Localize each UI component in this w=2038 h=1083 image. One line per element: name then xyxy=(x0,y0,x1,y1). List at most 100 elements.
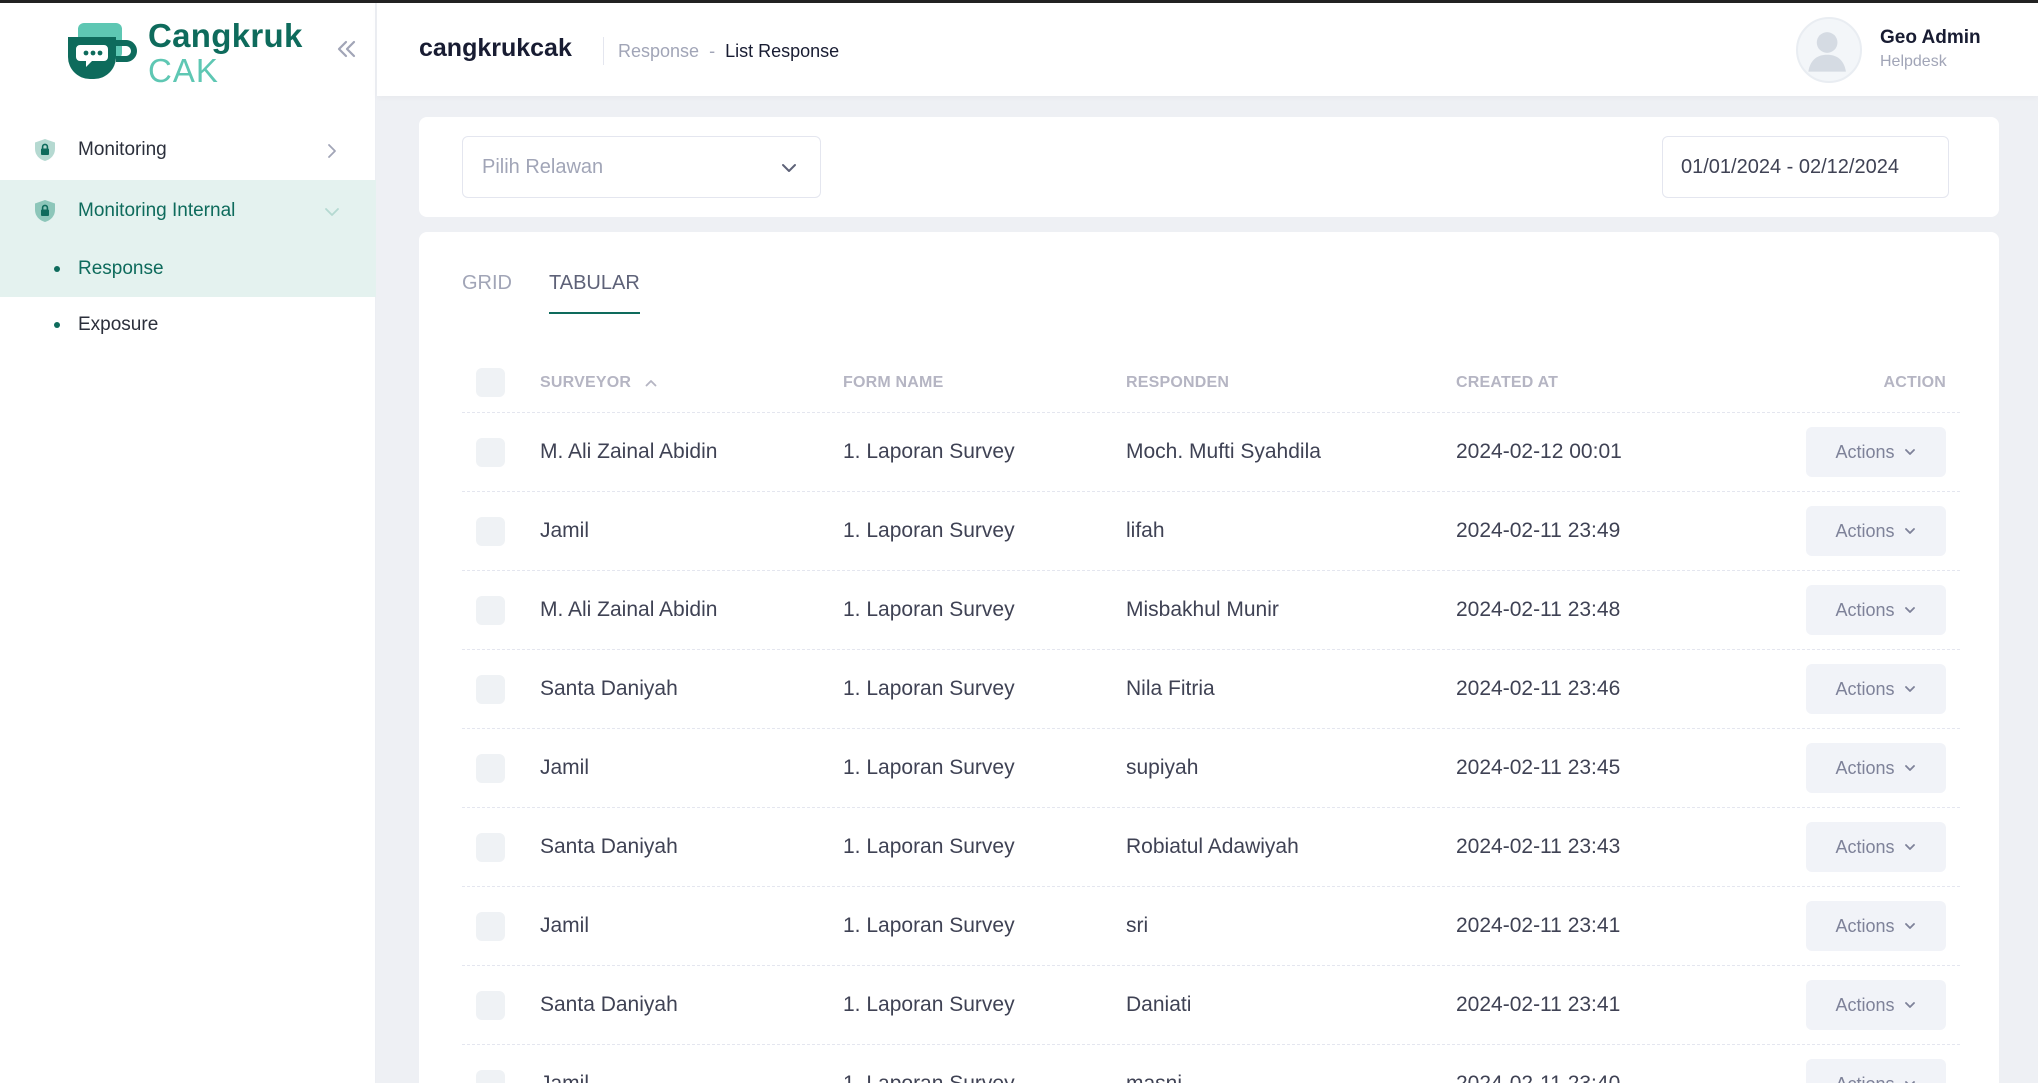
row-checkbox[interactable] xyxy=(476,438,505,467)
breadcrumb-parent[interactable]: Response xyxy=(618,41,699,62)
cell-created-at: 2024-02-11 23:49 xyxy=(1456,519,1621,542)
column-header-created-at[interactable]: Created At xyxy=(1456,374,1558,392)
cell-form-name: 1. Laporan Survey xyxy=(843,677,1015,700)
row-checkbox[interactable] xyxy=(476,754,505,783)
chevron-down-icon xyxy=(1904,844,1915,850)
select-all-checkbox[interactable] xyxy=(476,368,505,397)
cell-form-name: 1. Laporan Survey xyxy=(843,1072,1015,1083)
row-checkbox[interactable] xyxy=(476,912,505,941)
sidebar-menu: Monitoring Monitoring Internal Response … xyxy=(0,119,376,353)
column-header-surveyor[interactable]: Surveyor xyxy=(540,374,658,392)
table-row: M. Ali Zainal Abidin 1. Laporan Survey M… xyxy=(462,413,1960,492)
breadcrumb: Response - List Response xyxy=(618,41,839,62)
actions-button[interactable]: Actions xyxy=(1806,427,1946,477)
actions-button[interactable]: Actions xyxy=(1806,980,1946,1030)
sidebar-item-monitoring-internal[interactable]: Monitoring Internal xyxy=(0,180,376,241)
shield-lock-icon xyxy=(35,200,55,222)
actions-button[interactable]: Actions xyxy=(1806,585,1946,635)
row-checkbox[interactable] xyxy=(476,517,505,546)
sidebar-collapse-button[interactable] xyxy=(332,35,360,63)
brand-line1: Cangkruk xyxy=(148,17,303,54)
cell-created-at: 2024-02-11 23:46 xyxy=(1456,677,1621,700)
window-top-border xyxy=(0,0,2038,3)
date-range-picker[interactable]: 01/01/2024 - 02/12/2024 xyxy=(1662,136,1949,198)
tab-grid[interactable]: GRID xyxy=(462,272,512,314)
actions-button-label: Actions xyxy=(1835,678,1895,699)
chevron-down-icon xyxy=(325,208,339,216)
relawan-select[interactable]: Pilih Relawan xyxy=(462,136,821,198)
cell-responden: sri xyxy=(1126,914,1149,937)
chevron-down-icon xyxy=(1904,686,1915,692)
cell-responden: Nila Fitria xyxy=(1126,677,1215,700)
response-table: Surveyor Form Name Responden Created At … xyxy=(462,352,1960,1083)
cell-surveyor: Santa Daniyah xyxy=(540,993,678,1016)
cell-form-name: 1. Laporan Survey xyxy=(843,756,1015,779)
chevron-down-icon xyxy=(1904,607,1915,613)
bullet-dot-icon xyxy=(54,266,60,272)
chevron-down-icon xyxy=(1904,1081,1915,1083)
mug-logo-icon xyxy=(68,23,137,79)
sidebar-item-monitoring[interactable]: Monitoring xyxy=(0,119,376,180)
actions-button-label: Actions xyxy=(1835,1074,1894,1083)
chevron-down-icon xyxy=(1904,923,1915,929)
actions-button[interactable]: Actions xyxy=(1806,1059,1946,1083)
brand-wordmark: Cangkruk CAK xyxy=(148,19,303,87)
row-checkbox[interactable] xyxy=(476,675,505,704)
cell-form-name: 1. Laporan Survey xyxy=(843,519,1015,542)
sidebar-subitem-label: Response xyxy=(78,258,164,279)
cell-form-name: 1. Laporan Survey xyxy=(843,598,1015,621)
cell-responden: lifah xyxy=(1126,519,1165,542)
actions-button-label: Actions xyxy=(1835,836,1895,857)
tab-tabular[interactable]: TABULAR xyxy=(549,272,640,314)
user-role: Helpdesk xyxy=(1880,53,1947,70)
cell-surveyor: Santa Daniyah xyxy=(540,677,678,700)
row-checkbox[interactable] xyxy=(476,1070,505,1083)
cell-responden: Robiatul Adawiyah xyxy=(1126,835,1299,858)
double-chevron-left-icon xyxy=(337,40,356,58)
column-header-form-name[interactable]: Form Name xyxy=(843,374,943,392)
user-name[interactable]: Geo Admin xyxy=(1880,27,1981,49)
cell-created-at: 2024-02-11 23:45 xyxy=(1456,756,1621,779)
chevron-down-icon xyxy=(1904,1002,1915,1008)
bullet-dot-icon xyxy=(54,322,60,328)
relawan-select-placeholder: Pilih Relawan xyxy=(482,156,604,178)
actions-button[interactable]: Actions xyxy=(1806,822,1946,872)
cell-form-name: 1. Laporan Survey xyxy=(843,914,1015,937)
actions-button[interactable]: Actions xyxy=(1806,901,1946,951)
row-checkbox[interactable] xyxy=(476,833,505,862)
chevron-down-icon xyxy=(1904,528,1915,534)
cell-responden: Daniati xyxy=(1126,993,1192,1016)
user-avatar[interactable] xyxy=(1796,17,1862,83)
cell-created-at: 2024-02-11 23:41 xyxy=(1456,914,1621,937)
table-row: Santa Daniyah 1. Laporan Survey Nila Fit… xyxy=(462,650,1960,729)
table-row: Santa Daniyah 1. Laporan Survey Daniati … xyxy=(462,966,1960,1045)
cell-created-at: 2024-02-11 23:43 xyxy=(1456,835,1621,858)
actions-button-label: Actions xyxy=(1835,994,1895,1015)
chevron-right-icon xyxy=(328,144,336,158)
actions-button[interactable]: Actions xyxy=(1806,743,1946,793)
cell-created-at: 2024-02-11 23:40 xyxy=(1456,1072,1620,1083)
brand-logo[interactable]: Cangkruk CAK xyxy=(62,19,302,89)
cell-responden: supiyah xyxy=(1126,756,1199,779)
actions-button-label: Actions xyxy=(1835,757,1895,778)
cell-surveyor: Santa Daniyah xyxy=(540,835,678,858)
cell-form-name: 1. Laporan Survey xyxy=(843,993,1015,1016)
sidebar-subitem-response[interactable]: Response xyxy=(0,241,376,297)
column-header-responden[interactable]: Responden xyxy=(1126,374,1229,392)
column-header-label: Surveyor xyxy=(540,374,632,391)
table-row: Jamil 1. Laporan Survey lifah 2024-02-11… xyxy=(462,492,1960,571)
chevron-down-icon xyxy=(782,164,796,172)
chevron-down-icon xyxy=(1904,765,1915,771)
actions-button[interactable]: Actions xyxy=(1806,506,1946,556)
cell-surveyor: Jamil xyxy=(540,519,590,542)
row-checkbox[interactable] xyxy=(476,596,505,625)
table-row: Jamil 1. Laporan Survey sri 2024-02-11 2… xyxy=(462,887,1960,966)
table-row: Jamil 1. Laporan Survey supiyah 2024-02-… xyxy=(462,729,1960,808)
row-checkbox[interactable] xyxy=(476,991,505,1020)
response-table-card: GRID TABULAR Surveyor Form Name Responde… xyxy=(419,232,1999,1083)
title-divider xyxy=(603,37,604,65)
actions-button[interactable]: Actions xyxy=(1806,664,1946,714)
sidebar-subitem-exposure[interactable]: Exposure xyxy=(0,297,376,353)
table-header: Surveyor Form Name Responden Created At … xyxy=(462,352,1960,413)
actions-button-label: Actions xyxy=(1835,599,1895,620)
